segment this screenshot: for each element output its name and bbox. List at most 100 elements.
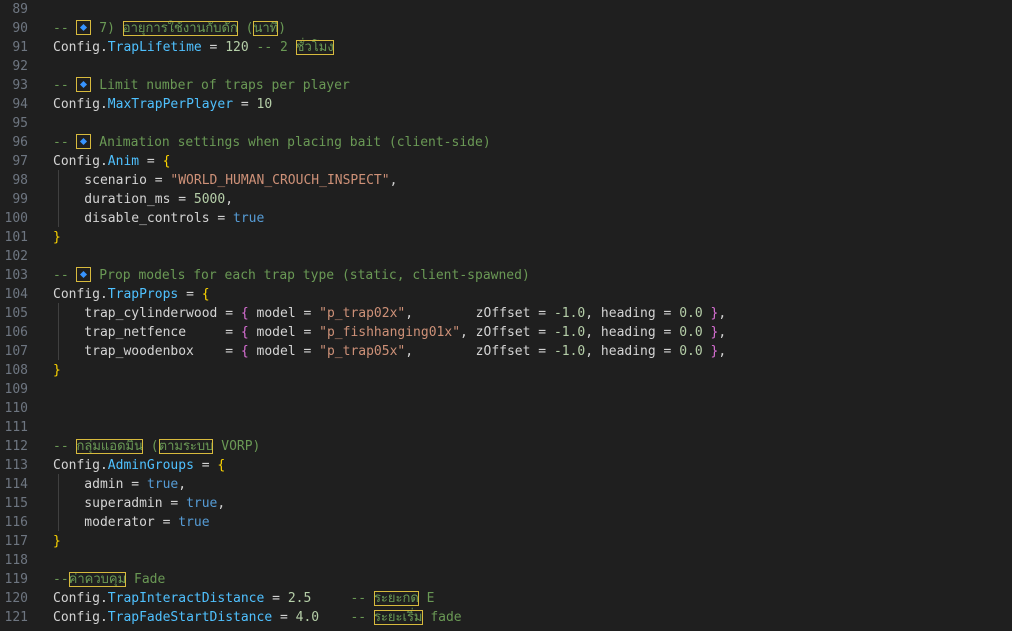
code-token: =: [264, 591, 288, 606]
code-token: =: [178, 287, 202, 302]
code-line[interactable]: 106 trap_netfence = { model = "p_fishhan…: [0, 323, 1012, 342]
code-token: -- 2: [248, 40, 296, 55]
code-token: =: [209, 211, 234, 226]
code-line[interactable]: 115 superadmin = true,: [0, 494, 1012, 513]
code-line[interactable]: 108}: [0, 361, 1012, 380]
code-token: .: [99, 40, 108, 55]
line-number: 90: [12, 21, 28, 36]
code-token: ,: [225, 192, 234, 207]
code-editor[interactable]: 89 90 -- 7) อายุการใช้งานกับดัก (นาที) 91 Co…: [0, 0, 1012, 631]
code-line[interactable]: 104 Config.TrapProps = {: [0, 285, 1012, 304]
line-code: --ค่าควบคุม Fade: [53, 570, 165, 589]
code-token: .: [99, 154, 108, 169]
code-token: }: [53, 534, 61, 549]
code-token: .: [99, 97, 108, 112]
code-token: =: [201, 40, 226, 55]
code-line[interactable]: 91 Config.TrapLifetime = 120 -- 2 ชั่วโมง: [0, 38, 1012, 57]
line-number: 92: [12, 59, 28, 74]
code-token: admin: [53, 477, 124, 492]
code-token: --: [53, 439, 77, 454]
code-token: -1.0: [553, 325, 586, 340]
code-line[interactable]: 116 moderator = true: [0, 513, 1012, 532]
code-token: TrapProps: [107, 287, 179, 302]
code-token: =: [139, 154, 163, 169]
code-line[interactable]: 119 --ค่าควบคุม Fade: [0, 570, 1012, 589]
code-token: =: [272, 610, 296, 625]
code-token: model =: [248, 306, 320, 321]
code-token: 2.5: [287, 591, 312, 606]
code-line[interactable]: 89: [0, 0, 1012, 19]
code-token: true: [178, 515, 210, 530]
code-token: ,: [718, 306, 727, 321]
code-token: VORP): [213, 439, 261, 454]
line-code: Config.TrapFadeStartDistance = 4.0 -- ระ…: [53, 608, 462, 627]
code-token: MaxTrapPerPlayer: [107, 97, 234, 112]
line-number: 121: [4, 610, 28, 625]
code-token: =: [193, 458, 218, 473]
code-token: -1.0: [553, 344, 586, 359]
code-line[interactable]: 109: [0, 380, 1012, 399]
code-line[interactable]: 90 -- 7) อายุการใช้งานกับดัก (นาที): [0, 19, 1012, 38]
line-number: 89: [12, 2, 28, 17]
line-number: 106: [4, 325, 28, 340]
line-code: }: [53, 361, 61, 380]
line-number: 110: [4, 401, 28, 416]
code-token: =: [154, 515, 179, 530]
code-token: E: [418, 591, 435, 606]
code-line[interactable]: 98 scenario = "WORLD_HUMAN_CROUCH_INSPEC…: [0, 171, 1012, 190]
code-line[interactable]: 100 disable_controls = true: [0, 209, 1012, 228]
code-line[interactable]: 113 Config.AdminGroups = {: [0, 456, 1012, 475]
line-code: -- Limit number of traps per player: [53, 76, 350, 95]
line-number: 95: [12, 116, 28, 131]
code-token: =: [186, 325, 241, 340]
code-line[interactable]: 111: [0, 418, 1012, 437]
line-number: 114: [4, 477, 28, 492]
code-token: --: [53, 135, 77, 150]
line-number: 116: [4, 515, 28, 530]
line-code: -- 7) อายุการใช้งานกับดัก (นาที): [53, 19, 286, 38]
line-code: moderator = true: [53, 513, 210, 532]
code-line[interactable]: 112 -- กลุ่มแอดมิน (ตามระบบ VORP): [0, 437, 1012, 456]
highlighted-unicode-text: อายุการใช้งานกับดัก: [122, 21, 238, 36]
code-token: Config: [53, 154, 100, 169]
code-line[interactable]: 92: [0, 57, 1012, 76]
code-line[interactable]: 93 -- Limit number of traps per player: [0, 76, 1012, 95]
code-line[interactable]: 117}: [0, 532, 1012, 551]
code-line[interactable]: 105 trap_cylinderwood = { model = "p_tra…: [0, 304, 1012, 323]
code-line[interactable]: 95: [0, 114, 1012, 133]
code-token: =: [217, 306, 241, 321]
code-line[interactable]: 121 Config.TrapFadeStartDistance = 4.0 --…: [0, 608, 1012, 627]
code-token: true: [186, 496, 218, 511]
code-token: TrapInteractDistance: [107, 591, 265, 606]
code-line[interactable]: 97 Config.Anim = {: [0, 152, 1012, 171]
code-line[interactable]: 114 admin = true,: [0, 475, 1012, 494]
line-number: 96: [12, 135, 28, 150]
code-token: AdminGroups: [107, 458, 194, 473]
line-code: -- กลุ่มแอดมิน (ตามระบบ VORP): [53, 437, 260, 456]
code-token: , heading =: [585, 344, 680, 359]
line-number: 107: [4, 344, 28, 359]
line-number: 108: [4, 363, 28, 378]
code-token: }: [53, 363, 61, 378]
code-token: duration_ms: [53, 192, 171, 207]
code-line[interactable]: 96 -- Animation settings when placing bai…: [0, 133, 1012, 152]
line-number: 115: [4, 496, 28, 511]
code-line[interactable]: 102: [0, 247, 1012, 266]
code-line[interactable]: 110: [0, 399, 1012, 418]
code-line[interactable]: 101}: [0, 228, 1012, 247]
code-line[interactable]: 107 trap_woodenbox = { model = "p_trap05…: [0, 342, 1012, 361]
code-token: model =: [248, 325, 320, 340]
code-token: 120: [225, 40, 249, 55]
code-line[interactable]: 120 Config.TrapInteractDistance = 2.5 -- …: [0, 589, 1012, 608]
code-line[interactable]: 118: [0, 551, 1012, 570]
code-token: .: [99, 458, 108, 473]
code-token: 5000: [193, 192, 226, 207]
code-token: TrapLifetime: [107, 40, 202, 55]
code-token: ,: [389, 173, 398, 188]
line-number: 104: [4, 287, 28, 302]
code-line[interactable]: 94 Config.MaxTrapPerPlayer = 10: [0, 95, 1012, 114]
line-number: 102: [4, 249, 28, 264]
code-line[interactable]: 103 -- Prop models for each trap type (st…: [0, 266, 1012, 285]
code-line[interactable]: 99 duration_ms = 5000,: [0, 190, 1012, 209]
line-number: 99: [12, 192, 28, 207]
